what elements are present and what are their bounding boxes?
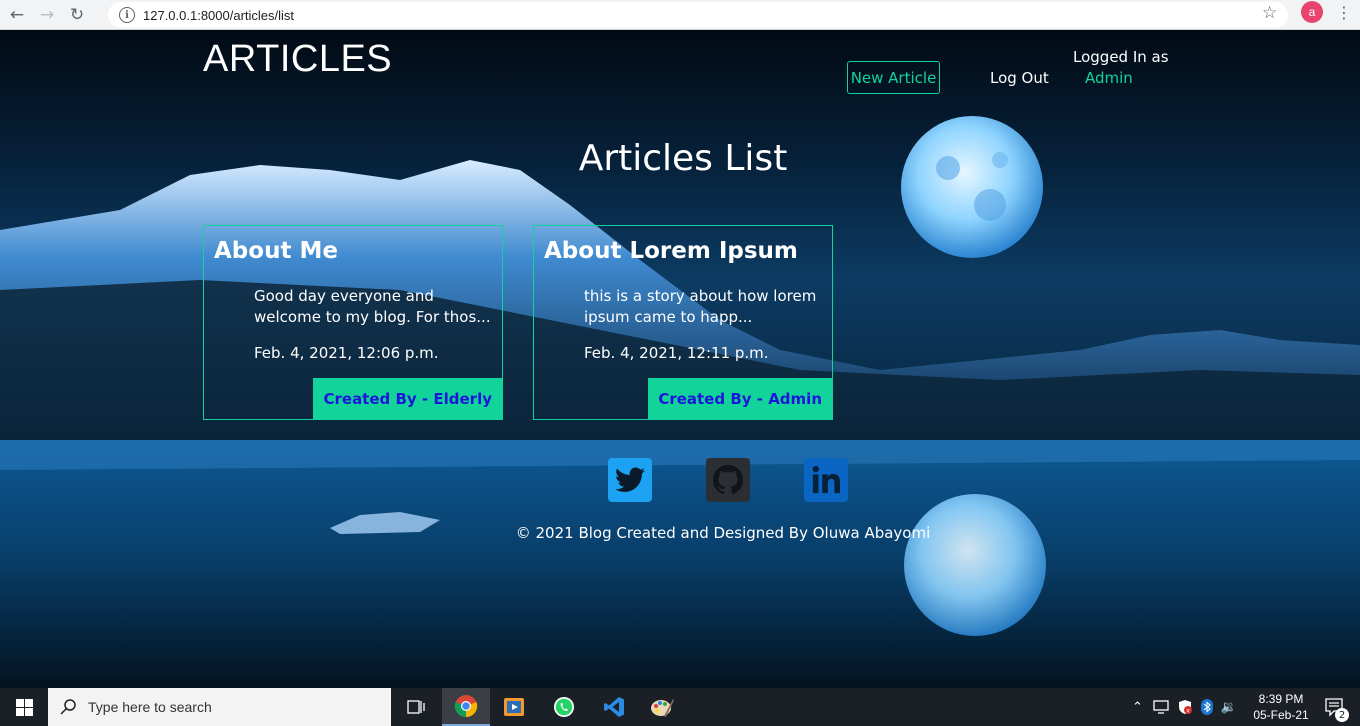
search-icon (60, 699, 76, 715)
address-bar[interactable]: i 127.0.0.1:8000/articles/list (108, 2, 1288, 28)
twitter-icon[interactable] (608, 458, 652, 502)
article-snippet: Good day everyone and welcome to my blog… (254, 287, 491, 326)
site-info-icon[interactable]: i (119, 7, 135, 23)
footer-credit: © 2021 Blog Created and Designed By Oluw… (515, 524, 931, 542)
logout-link[interactable]: Log Out (990, 69, 1049, 87)
menu-kebab-icon[interactable]: ⋮ (1336, 3, 1352, 22)
network-monitor-icon[interactable] (1153, 700, 1169, 714)
taskbar-date: 05-Feb-21 (1253, 708, 1309, 722)
taskbar-search-box[interactable]: Type here to search (48, 688, 391, 726)
article-title[interactable]: About Me (214, 238, 338, 264)
page-viewport: ARTICLES New Article Log Out Logged In a… (0, 30, 1360, 688)
volume-icon[interactable]: 🔉 (1221, 700, 1237, 715)
address-url[interactable]: 127.0.0.1:8000/articles/list (143, 8, 294, 23)
paint-taskbar-icon[interactable] (638, 688, 686, 726)
security-shield-icon[interactable]: x (1177, 699, 1193, 715)
article-card[interactable]: About Me Good day everyone and welcome t… (203, 225, 503, 420)
page-title: Articles List (578, 138, 788, 179)
bluetooth-icon[interactable] (1200, 699, 1213, 715)
chrome-taskbar-icon[interactable] (442, 688, 490, 726)
github-icon[interactable] (706, 458, 750, 502)
article-card[interactable]: About Lorem Ipsum this is a story about … (533, 225, 833, 420)
taskbar-search-placeholder[interactable]: Type here to search (88, 699, 212, 715)
system-tray: ⌃ x 🔉 (1132, 688, 1237, 726)
reload-icon[interactable]: ↻ (64, 2, 90, 28)
logged-in-label: Logged In as (1073, 48, 1169, 66)
article-date: Feb. 4, 2021, 12:11 p.m. (584, 344, 769, 362)
article-title[interactable]: About Lorem Ipsum (544, 238, 798, 264)
forward-icon[interactable]: → (34, 2, 60, 28)
show-hidden-icons-icon[interactable]: ⌃ (1132, 700, 1143, 715)
new-article-button[interactable]: New Article (847, 61, 940, 94)
notification-count-badge: 2 (1335, 708, 1349, 722)
windows-start-icon[interactable] (0, 688, 48, 726)
logged-in-username: Admin (1085, 69, 1133, 87)
article-author-badge: Created By - Admin (648, 378, 832, 419)
media-player-taskbar-icon[interactable] (490, 688, 538, 726)
article-date: Feb. 4, 2021, 12:06 p.m. (254, 344, 439, 362)
windows-taskbar: Type here to search ⌃ x 🔉 8:39 PM 05-Feb… (0, 688, 1360, 726)
profile-avatar[interactable]: a (1301, 1, 1323, 23)
site-title[interactable]: ARTICLES (203, 38, 392, 81)
whatsapp-taskbar-icon[interactable] (540, 688, 588, 726)
back-icon[interactable]: ← (4, 2, 30, 28)
article-snippet: this is a story about how lorem ipsum ca… (584, 287, 817, 326)
taskbar-time: 8:39 PM (1258, 692, 1304, 706)
article-author-badge: Created By - Elderly (313, 378, 502, 419)
bookmark-star-icon[interactable]: ☆ (1262, 3, 1277, 23)
browser-toolbar: ← → ↻ i 127.0.0.1:8000/articles/list ☆ a… (0, 0, 1360, 30)
taskbar-clock[interactable]: 8:39 PM 05-Feb-21 (1248, 691, 1314, 723)
vscode-taskbar-icon[interactable] (590, 688, 638, 726)
action-center-icon[interactable]: 2 (1324, 688, 1349, 726)
task-view-icon[interactable] (392, 688, 440, 726)
svg-text:x: x (1186, 708, 1190, 715)
linkedin-icon[interactable] (804, 458, 848, 502)
